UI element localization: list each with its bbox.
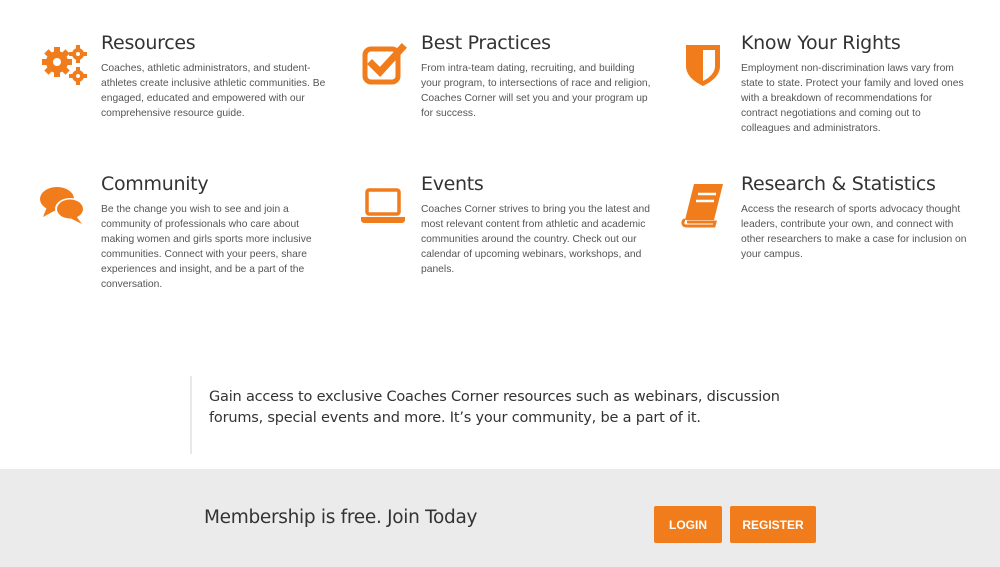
membership-bar: Membership is free. Join Today LOGIN REG… xyxy=(0,469,1000,567)
login-button[interactable]: LOGIN xyxy=(654,506,722,543)
feature-description: Coaches, athletic administrators, and st… xyxy=(101,63,326,119)
feature-description: Coaches Corner strives to bring you the … xyxy=(421,204,650,275)
feature-description: Access the research of sports advocacy t… xyxy=(741,204,967,260)
feature-title: Resources xyxy=(101,32,196,54)
chat-bubbles-icon xyxy=(40,187,85,224)
membership-text: Membership is free. Join Today xyxy=(204,507,478,528)
checkbox-icon xyxy=(362,43,407,85)
feature-title: Know Your Rights xyxy=(741,32,901,54)
cta-text: Gain access to exclusive Coaches Corner … xyxy=(209,389,780,426)
cta-blockquote: Gain access to exclusive Coaches Corner … xyxy=(190,376,792,454)
shield-icon xyxy=(686,45,720,86)
gears-icon xyxy=(42,45,87,85)
register-button[interactable]: REGISTER xyxy=(730,506,816,543)
feature-title: Best Practices xyxy=(421,32,551,54)
feature-title: Community xyxy=(101,173,209,195)
feature-description: Employment non-discrimination laws vary … xyxy=(741,63,964,134)
book-icon xyxy=(681,184,723,228)
feature-description: Be the change you wish to see and join a… xyxy=(101,204,312,290)
feature-title: Research & Statistics xyxy=(741,173,936,195)
laptop-icon xyxy=(361,188,405,223)
feature-description: From intra-team dating, recruiting, and … xyxy=(421,63,651,119)
feature-title: Events xyxy=(421,173,484,195)
